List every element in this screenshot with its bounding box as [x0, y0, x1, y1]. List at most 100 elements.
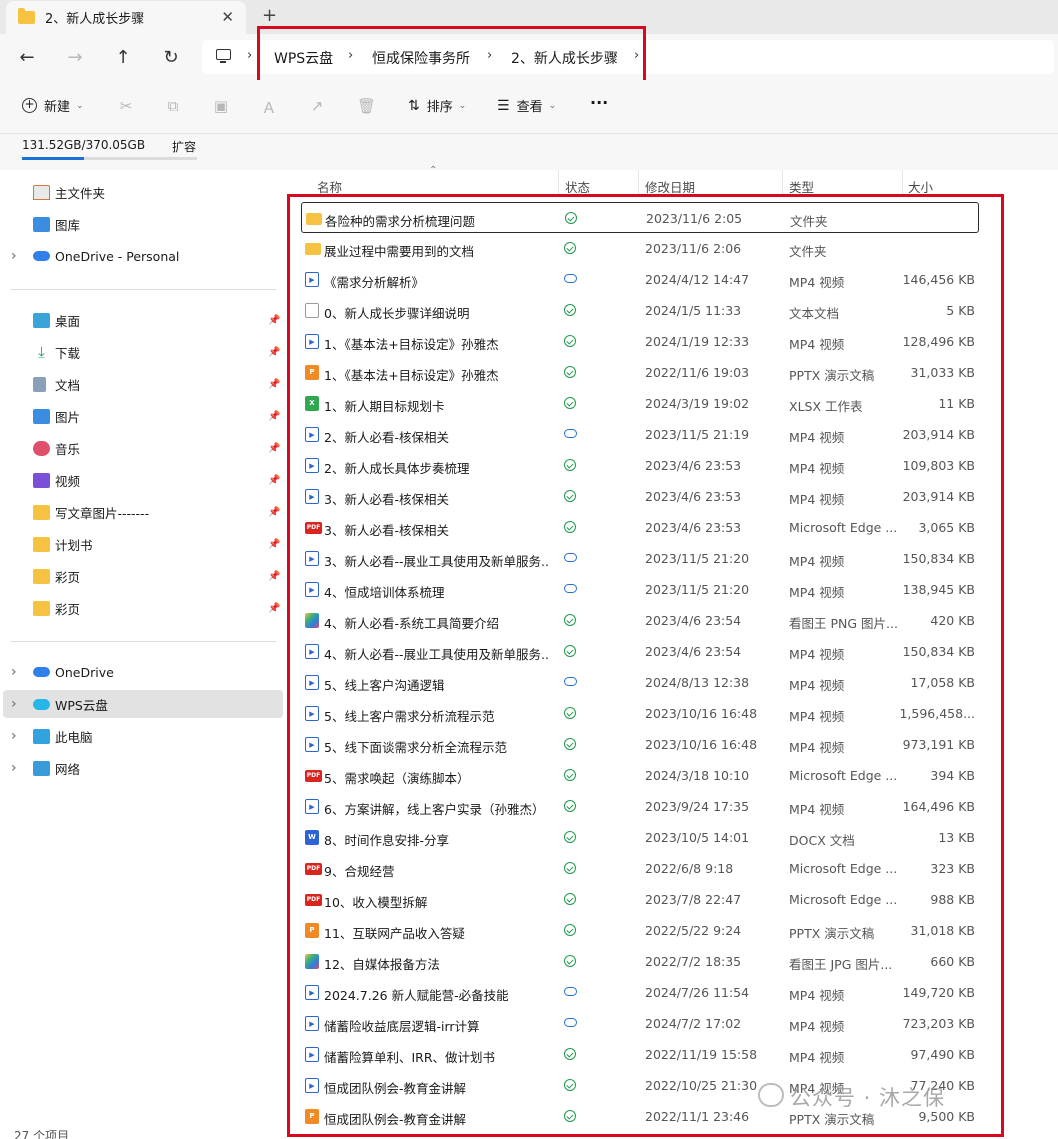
watermark-text: 公众号 · 沐之保: [790, 1086, 946, 1110]
sidebar-item[interactable]: › 网络: [0, 754, 286, 782]
tab-current[interactable]: 2、新人成长步骤 ✕: [6, 1, 246, 34]
view-button[interactable]: ☰ 查看 ⌄: [497, 96, 557, 116]
copy-icon[interactable]: ⧉: [164, 97, 182, 115]
chevron-right-icon[interactable]: ›: [11, 760, 17, 776]
rename-icon[interactable]: Ａ: [260, 97, 278, 117]
sidebar-item-label: 主文件夹: [55, 185, 106, 201]
forward-button[interactable]: →: [62, 44, 88, 70]
sort-ascending-icon: ⌃: [429, 165, 438, 176]
pin-icon[interactable]: 📌: [268, 411, 280, 422]
music-icon: [33, 440, 50, 456]
gallery-icon: [33, 216, 50, 232]
sidebar-item[interactable]: 计划书 📌: [0, 530, 286, 558]
view-icon: ☰: [497, 97, 510, 114]
sidebar-item-label: 计划书: [55, 537, 93, 553]
plus-circle-icon: +: [22, 98, 37, 113]
sidebar-item[interactable]: › WPS云盘: [3, 690, 283, 718]
sidebar-item-label: 彩页: [55, 601, 81, 617]
back-button[interactable]: ←: [14, 44, 40, 70]
sidebar-item[interactable]: › OneDrive - Personal: [0, 242, 286, 270]
paste-icon[interactable]: ▣: [212, 97, 230, 115]
pin-icon[interactable]: 📌: [268, 603, 280, 614]
sidebar-item-label: 此电脑: [55, 729, 93, 745]
refresh-button[interactable]: ↻: [158, 44, 184, 70]
new-button[interactable]: + 新建 ⌄: [22, 96, 84, 115]
sidebar-item-label: 图库: [55, 217, 81, 233]
highlight-box-breadcrumb: [257, 26, 646, 83]
sidebar-item[interactable]: 视频 📌: [0, 466, 286, 494]
chevron-right-icon[interactable]: ›: [11, 728, 17, 744]
sidebar-item-label: WPS云盘: [55, 697, 108, 713]
cut-icon[interactable]: ✂: [117, 97, 135, 115]
sidebar-item[interactable]: 主文件夹: [0, 178, 286, 206]
folder-icon: [33, 504, 50, 520]
chevron-down-icon: ⌄: [548, 100, 557, 111]
new-tab-button[interactable]: +: [262, 5, 277, 26]
delete-icon[interactable]: 🗑: [357, 97, 376, 115]
download-icon: ⤓: [38, 342, 45, 361]
chevron-right-icon[interactable]: ›: [11, 664, 17, 680]
home-icon: [33, 184, 50, 200]
folder-icon: [33, 536, 50, 552]
pin-icon[interactable]: 📌: [268, 443, 280, 454]
sidebar-item-label: 音乐: [55, 441, 81, 457]
close-tab-icon[interactable]: ✕: [221, 8, 234, 26]
sidebar-item[interactable]: 彩页 📌: [0, 562, 286, 590]
storage-progress-track: [22, 157, 197, 160]
chevron-down-icon: ⌄: [458, 100, 467, 111]
breadcrumb-separator[interactable]: ›: [247, 48, 252, 63]
documents-icon: [33, 376, 46, 392]
sidebar-item[interactable]: 写文章图片------- 📌: [0, 498, 286, 526]
sidebar-item[interactable]: 桌面 📌: [0, 306, 286, 334]
sidebar-item[interactable]: 音乐 📌: [0, 434, 286, 462]
sidebar-item[interactable]: › OneDrive: [0, 658, 286, 686]
sidebar-item[interactable]: ⤓ 下载 📌: [0, 338, 286, 366]
pin-icon[interactable]: 📌: [268, 507, 280, 518]
network-icon: [33, 760, 50, 776]
folder-icon: [33, 568, 50, 584]
chevron-right-icon[interactable]: ›: [11, 248, 17, 264]
command-bar: + 新建 ⌄ ✂ ⧉ ▣ Ａ ↗ 🗑 ⇅ 排序 ⌄ ☰ 查看 ⌄ ···: [0, 80, 1058, 134]
sidebar-item[interactable]: 文档 📌: [0, 370, 286, 398]
sidebar-item[interactable]: › 此电脑: [0, 722, 286, 750]
pin-icon[interactable]: 📌: [268, 475, 280, 486]
chevron-right-icon[interactable]: ›: [11, 696, 17, 712]
up-button[interactable]: ↑: [110, 44, 136, 70]
pictures-icon: [33, 408, 50, 424]
sidebar-item-label: OneDrive: [55, 664, 114, 680]
this-pc-icon: [33, 728, 50, 744]
column-divider[interactable]: [638, 170, 639, 196]
navigation-pane: 主文件夹 图库 › OneDrive - Personal 桌面 📌 ⤓ 下载 📌 文档 📌 图片 📌 音…: [0, 170, 286, 1139]
pin-icon[interactable]: 📌: [268, 315, 280, 326]
pin-icon[interactable]: 📌: [268, 347, 280, 358]
folder-icon: [33, 600, 50, 616]
sidebar-item[interactable]: 图片 📌: [0, 402, 286, 430]
pin-icon[interactable]: 📌: [268, 379, 280, 390]
column-divider[interactable]: [902, 170, 903, 196]
item-count: 27 个项目: [14, 1129, 70, 1139]
divider: [10, 641, 276, 642]
highlight-box-file-list: [287, 194, 1004, 1137]
pin-icon[interactable]: 📌: [268, 539, 280, 550]
sort-button[interactable]: ⇅ 排序 ⌄: [408, 96, 467, 116]
sidebar-item-label: 下载: [55, 345, 81, 361]
wps-cloud-icon: [33, 698, 50, 710]
computer-icon: [216, 49, 231, 63]
sidebar-item-label: 写文章图片-------: [55, 505, 150, 521]
sidebar-item-label: 桌面: [55, 313, 81, 329]
file-explorer-window: 2、新人成长步骤 ✕ + ← → ↑ ↻ › WPS云盘 › 恒成保险事务所 ›…: [0, 0, 1058, 1139]
sidebar-item[interactable]: 图库: [0, 210, 286, 238]
sort-button-label: 排序: [426, 100, 453, 115]
sidebar-item[interactable]: 彩页 📌: [0, 594, 286, 622]
onedrive-icon: [33, 667, 50, 677]
more-options-button[interactable]: ···: [590, 93, 608, 112]
videos-icon: [33, 472, 50, 488]
sidebar-item-label: OneDrive - Personal: [55, 248, 180, 264]
sidebar-item-label: 网络: [55, 761, 81, 777]
expand-storage-link[interactable]: 扩容: [172, 138, 196, 155]
column-divider[interactable]: [558, 170, 559, 196]
share-icon[interactable]: ↗: [308, 97, 326, 115]
storage-usage-text: 131.52GB/370.05GB: [22, 138, 146, 152]
column-divider[interactable]: [782, 170, 783, 196]
pin-icon[interactable]: 📌: [268, 571, 280, 582]
